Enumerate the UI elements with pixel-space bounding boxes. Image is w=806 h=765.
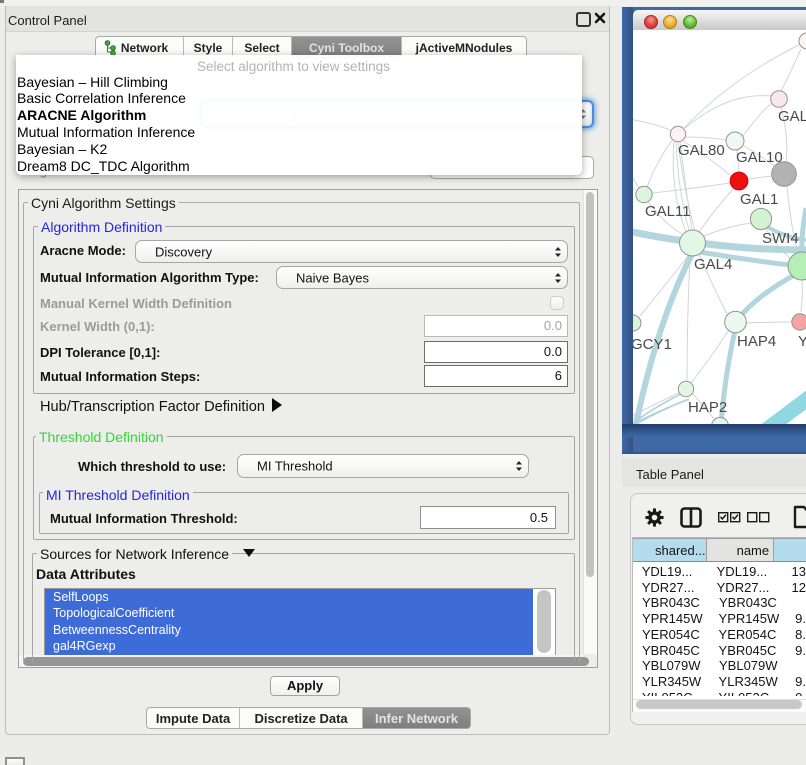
svg-text:GAL11: GAL11 [645, 203, 691, 220]
svg-text:GAL10: GAL10 [736, 149, 783, 166]
svg-text:GCY1: GCY1 [633, 336, 672, 353]
svg-text:HAP2: HAP2 [688, 399, 727, 416]
svg-text:HAP4: HAP4 [737, 333, 776, 350]
svg-text:SWI4: SWI4 [762, 230, 799, 247]
svg-text:GAL1: GAL1 [740, 191, 778, 208]
svg-text:Y: Y [798, 333, 806, 350]
svg-text:GAL3: GAL3 [778, 108, 806, 125]
svg-text:GAL80: GAL80 [678, 142, 725, 159]
svg-text:GAL4: GAL4 [694, 256, 732, 273]
